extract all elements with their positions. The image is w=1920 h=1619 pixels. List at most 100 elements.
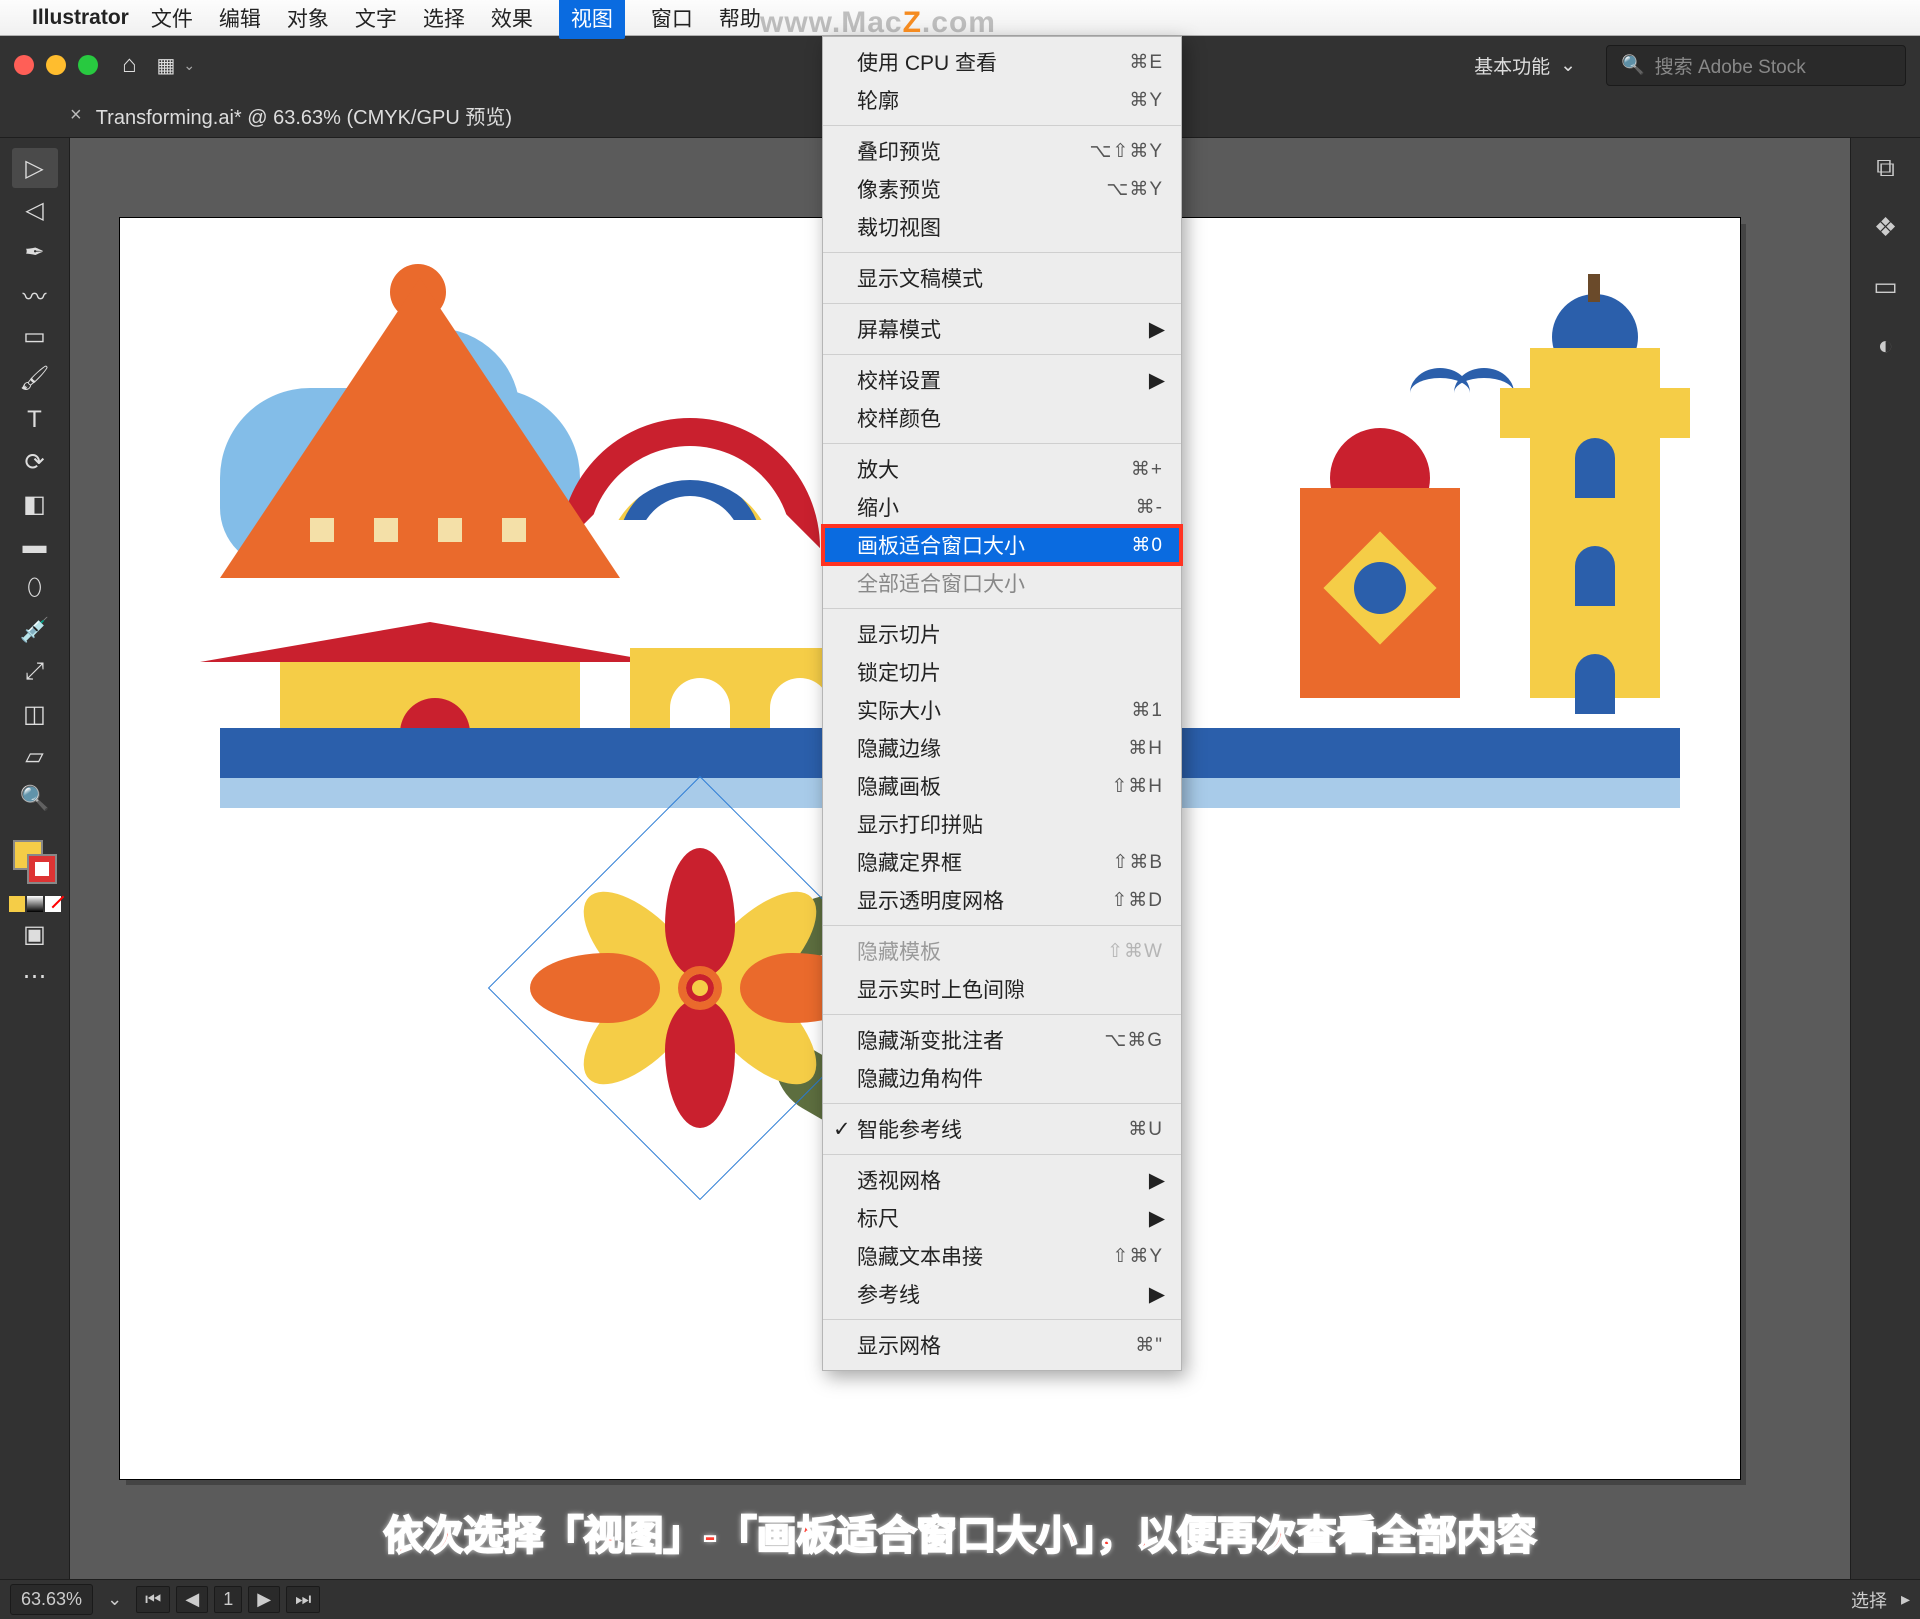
arrange-documents-icon[interactable]: ▦ (157, 53, 176, 78)
next-artboard-button[interactable]: ▶ (248, 1586, 280, 1613)
menu-item[interactable]: 放大⌘+ (823, 450, 1181, 488)
status-menu-chevron[interactable]: ▸ (1901, 1589, 1910, 1610)
menu-edit[interactable]: 编辑 (219, 3, 261, 33)
workspace-switcher[interactable]: 基本功能 ⌄ (1474, 52, 1576, 79)
menu-item-label: 校样设置 (857, 365, 1163, 395)
scale-tool[interactable]: ⤢ (12, 652, 58, 692)
zoom-tool[interactable]: 🔍 (12, 778, 58, 818)
menu-item[interactable]: 智能参考线⌘U (823, 1110, 1181, 1148)
watermark: www.MacZ.com (760, 6, 996, 40)
menu-item-label: 隐藏边缘 (857, 733, 1128, 763)
menu-object[interactable]: 对象 (287, 3, 329, 33)
shape-builder-tool[interactable]: ⬯ (12, 568, 58, 608)
selection-tool[interactable]: ▷ (12, 148, 58, 188)
menu-item[interactable]: 隐藏渐变批注者⌥⌘G (823, 1021, 1181, 1059)
menu-item-label: 标尺 (857, 1203, 1163, 1233)
menu-item[interactable]: 隐藏定界框⇧⌘B (823, 843, 1181, 881)
first-artboard-button[interactable]: ⏮ (136, 1586, 170, 1613)
menu-item[interactable]: 轮廓⌘Y (823, 81, 1181, 119)
stroke-swatch[interactable] (27, 854, 57, 884)
menu-item[interactable]: 显示实时上色间隙 (823, 970, 1181, 1008)
screen-mode-button[interactable]: ▣ (12, 914, 58, 954)
menu-item[interactable]: 实际大小⌘1 (823, 691, 1181, 729)
menu-item-shortcut: ⇧⌘W (1107, 940, 1163, 963)
art-bird (1410, 368, 1510, 398)
fill-stroke-swatches[interactable] (9, 840, 61, 912)
view-menu-dropdown: 使用 CPU 查看⌘E轮廓⌘Y 叠印预览⌥⇧⌘Y像素预览⌥⌘Y裁切视图显示文稿模式… (822, 36, 1182, 1371)
selected-flower-object[interactable] (550, 838, 850, 1138)
menu-item[interactable]: 参考线▶ (823, 1275, 1181, 1313)
menu-item[interactable]: 像素预览⌥⌘Y (823, 170, 1181, 208)
menu-item-label: 实际大小 (857, 695, 1131, 725)
menu-item[interactable]: 隐藏边角构件 (823, 1059, 1181, 1097)
menu-item[interactable]: 缩小⌘- (823, 488, 1181, 526)
menu-item-shortcut: ⌘1 (1131, 699, 1163, 722)
artboard-number[interactable]: 1 (214, 1586, 242, 1613)
search-placeholder: 搜索 Adobe Stock (1655, 52, 1806, 79)
curvature-tool[interactable]: 〰 (12, 274, 58, 314)
menu-item[interactable]: 屏幕模式▶ (823, 310, 1181, 348)
appearance-panel-icon[interactable]: ◐ (1878, 330, 1894, 361)
libraries-panel-icon[interactable]: ▭ (1873, 271, 1898, 302)
eraser-tool[interactable]: ◧ (12, 484, 58, 524)
artboard-navigator[interactable]: ⏮ ◀ 1 ▶ ⏭ (136, 1586, 320, 1613)
menu-item[interactable]: 使用 CPU 查看⌘E (823, 43, 1181, 81)
document-tab[interactable]: Transforming.ai* @ 63.63% (CMYK/GPU 预览) (96, 101, 512, 130)
menu-item[interactable]: 显示文稿模式 (823, 259, 1181, 297)
direct-selection-tool[interactable]: ◁ (12, 190, 58, 230)
free-transform-tool[interactable]: ◫ (12, 694, 58, 734)
menu-item[interactable]: 显示网格⌘" (823, 1326, 1181, 1364)
menu-item[interactable]: 锁定切片 (823, 653, 1181, 691)
prev-artboard-button[interactable]: ◀ (176, 1586, 208, 1613)
menu-item-shortcut: ⌘H (1128, 737, 1163, 760)
menu-item[interactable]: 显示打印拼贴 (823, 805, 1181, 843)
menu-effect[interactable]: 效果 (491, 3, 533, 33)
menu-select[interactable]: 选择 (423, 3, 465, 33)
layers-panel-icon[interactable]: ❖ (1874, 212, 1897, 243)
menu-item[interactable]: 隐藏文本串接⇧⌘Y (823, 1237, 1181, 1275)
menu-item[interactable]: 标尺▶ (823, 1199, 1181, 1237)
menu-item[interactable]: 隐藏画板⇧⌘H (823, 767, 1181, 805)
menu-view[interactable]: 视图 (559, 0, 625, 39)
chevron-down-icon[interactable]: ⌄ (183, 57, 195, 74)
eyedropper-tool[interactable]: 💉 (12, 610, 58, 650)
maximize-window-button[interactable] (78, 55, 98, 75)
chevron-down-icon[interactable]: ⌄ (107, 1589, 122, 1610)
menu-item[interactable]: 显示透明度网格⇧⌘D (823, 881, 1181, 919)
pen-tool[interactable]: ✒ (12, 232, 58, 272)
menu-item[interactable]: 校样设置▶ (823, 361, 1181, 399)
home-icon[interactable]: ⌂ (122, 51, 137, 79)
menu-item-label: 显示透明度网格 (857, 885, 1111, 915)
paintbrush-tool[interactable]: 🖌 (12, 358, 58, 398)
last-artboard-button[interactable]: ⏭ (286, 1586, 320, 1613)
menu-item[interactable]: 透视网格▶ (823, 1161, 1181, 1199)
tab-close-icon[interactable]: × (70, 104, 82, 127)
submenu-arrow-icon: ▶ (1149, 1282, 1165, 1307)
menu-type[interactable]: 文字 (355, 3, 397, 33)
artboard-tool[interactable]: ▱ (12, 736, 58, 776)
minimize-window-button[interactable] (46, 55, 66, 75)
menu-file[interactable]: 文件 (151, 3, 193, 33)
submenu-arrow-icon: ▶ (1149, 1168, 1165, 1193)
menu-help[interactable]: 帮助 (719, 3, 761, 33)
menu-window[interactable]: 窗口 (651, 3, 693, 33)
gradient-tool[interactable]: ▬ (12, 526, 58, 566)
rotate-tool[interactable]: ⟳ (12, 442, 58, 482)
app-name[interactable]: Illustrator (32, 6, 129, 30)
edit-toolbar-button[interactable]: ⋯ (12, 956, 58, 996)
menu-item[interactable]: 裁切视图 (823, 208, 1181, 246)
zoom-level[interactable]: 63.63% (10, 1584, 93, 1615)
menu-item[interactable]: 隐藏边缘⌘H (823, 729, 1181, 767)
menu-item[interactable]: 校样颜色 (823, 399, 1181, 437)
menu-item[interactable]: 显示切片 (823, 615, 1181, 653)
rectangle-tool[interactable]: ▭ (12, 316, 58, 356)
draw-mode-buttons[interactable] (9, 896, 61, 912)
stock-search[interactable]: 🔍 搜索 Adobe Stock (1606, 45, 1906, 86)
menu-item[interactable]: 全部适合窗口大小 (823, 564, 1181, 602)
properties-panel-icon[interactable]: ⧉ (1876, 152, 1895, 184)
menu-item[interactable]: 叠印预览⌥⇧⌘Y (823, 132, 1181, 170)
menu-item-label: 智能参考线 (857, 1114, 1128, 1144)
close-window-button[interactable] (14, 55, 34, 75)
type-tool[interactable]: T (12, 400, 58, 440)
menu-item[interactable]: 画板适合窗口大小⌘0 (823, 526, 1181, 564)
